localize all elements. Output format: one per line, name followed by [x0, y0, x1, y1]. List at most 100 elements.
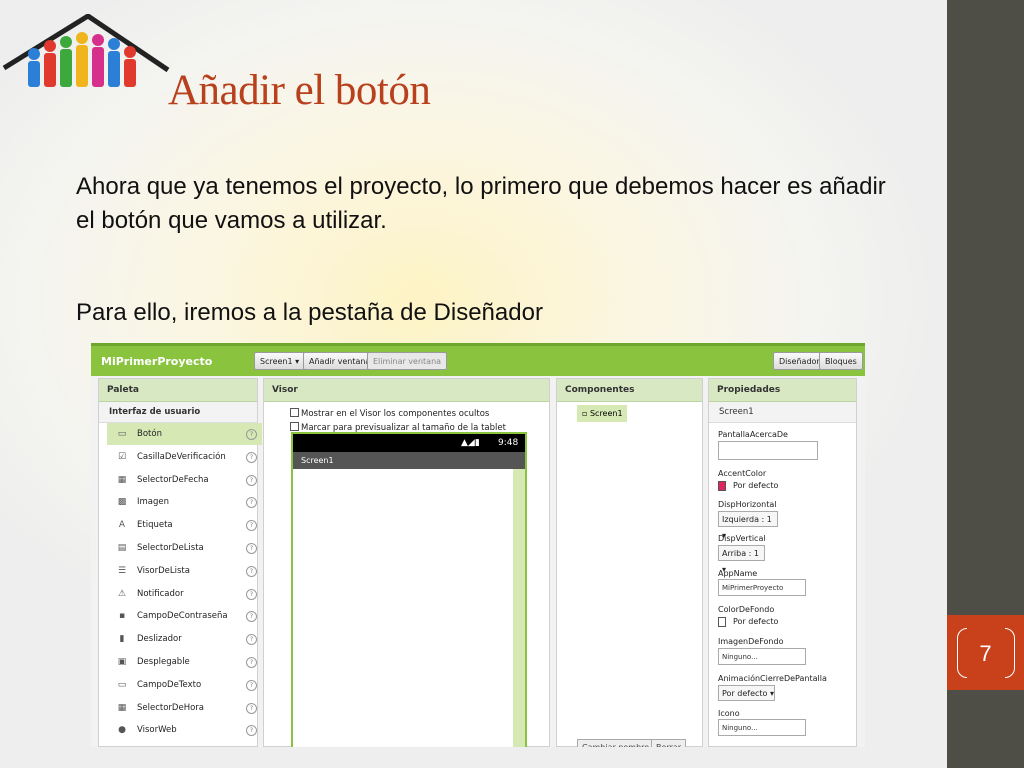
- bg-color-label: ColorDeFondo: [718, 605, 775, 614]
- slide-title: Añadir el botón: [168, 67, 431, 114]
- palette-item-label: Etiqueta: [137, 520, 173, 531]
- bg-image-label: ImagenDeFondo: [718, 637, 784, 646]
- palette-item[interactable]: ▩ Imagen?: [107, 491, 262, 513]
- calendar-icon: ▦: [117, 474, 127, 485]
- palette-item[interactable]: ▮ Deslizador?: [107, 628, 262, 650]
- palette-item[interactable]: ▪ CampoDeContraseña?: [107, 605, 262, 627]
- label-icon: A: [118, 520, 126, 531]
- icon-label: Icono: [718, 709, 740, 718]
- help-icon[interactable]: ?: [246, 634, 257, 646]
- palette-item[interactable]: ⚠ Notificador?: [107, 583, 262, 605]
- close-anim-dropdown[interactable]: Por defecto ▾: [718, 685, 775, 701]
- help-icon[interactable]: ?: [246, 588, 257, 600]
- help-icon[interactable]: ?: [246, 679, 257, 691]
- about-textarea[interactable]: [718, 441, 818, 460]
- appname-label: AppName: [718, 569, 758, 578]
- phone-title-bar: Screen1: [293, 452, 525, 469]
- blocks-button[interactable]: Bloques: [819, 352, 863, 370]
- help-icon[interactable]: ?: [246, 543, 257, 554]
- palette-item[interactable]: ☑ CasillaDeVerificación?: [107, 446, 262, 468]
- palette-section[interactable]: Interfaz de usuario: [99, 402, 257, 423]
- password-icon: ▪: [118, 611, 126, 622]
- palette-item-label: SelectorDeFecha: [137, 474, 209, 485]
- icon-input[interactable]: Ninguno...: [718, 719, 806, 736]
- properties-title: Propiedades: [709, 379, 856, 402]
- phone-status-bar: ▲◢▮ 9:48: [293, 434, 525, 452]
- help-icon[interactable]: ?: [246, 451, 257, 463]
- screen-select[interactable]: Screen1 ▾: [254, 352, 306, 370]
- palette-item-label: CampoDeContraseña: [137, 611, 228, 622]
- list-view-icon: ☰: [117, 565, 127, 576]
- palette-item[interactable]: ▤ SelectorDeLista?: [107, 537, 262, 559]
- palette-item[interactable]: ▭ Botón?: [107, 423, 262, 445]
- button-icon: ▭: [117, 429, 127, 439]
- halign-dropdown[interactable]: Izquierda : 1 ▾: [718, 511, 778, 540]
- phone-scrollbar: [513, 469, 525, 747]
- page-number: 7: [979, 641, 992, 666]
- bg-image-input[interactable]: Ninguno...: [718, 648, 806, 665]
- help-icon[interactable]: ?: [246, 611, 257, 623]
- instruction-paragraph: Para ello, iremos a la pestaña de Diseña…: [76, 299, 543, 326]
- image-icon: ▩: [117, 497, 127, 508]
- help-icon[interactable]: ?: [246, 565, 257, 577]
- list-picker-icon: ▤: [117, 543, 127, 553]
- remove-screen-button[interactable]: Eliminar ventana: [367, 352, 448, 370]
- help-icon[interactable]: ?: [246, 497, 257, 509]
- help-icon[interactable]: ?: [246, 702, 257, 714]
- palette-item-label: Desplegable: [137, 657, 190, 667]
- bg-color-value[interactable]: Por defecto: [733, 617, 778, 626]
- designer-toolbar: MiPrimerProyecto Screen1 ▾ Añadir ventan…: [91, 343, 865, 376]
- help-icon[interactable]: ?: [246, 520, 257, 532]
- components-title: Componentes: [557, 379, 702, 402]
- components-panel: Componentes ▫ Screen1 Cambiar nombre Bor…: [556, 378, 703, 747]
- appname-input[interactable]: MiPrimerProyecto: [718, 579, 806, 596]
- phone-time: 9:48: [498, 438, 519, 448]
- accent-color-swatch[interactable]: [718, 481, 726, 491]
- help-icon[interactable]: ?: [246, 657, 257, 668]
- palette-item-label: Botón: [137, 429, 162, 439]
- checkbox-icon: [290, 408, 299, 417]
- delete-button[interactable]: Borrar: [651, 739, 687, 747]
- palette-item[interactable]: ☰ VisorDeLista?: [107, 560, 262, 582]
- accent-color-value[interactable]: Por defecto: [733, 481, 778, 490]
- clock-icon: ▦: [117, 702, 127, 713]
- properties-screen: Screen1: [709, 402, 856, 423]
- wifi-signal-icon: ▲◢▮: [461, 438, 480, 448]
- palette-item[interactable]: ● VisorWeb?: [107, 719, 262, 741]
- accent-color-label: AccentColor: [718, 469, 767, 478]
- valign-label: DispVertical: [718, 534, 766, 543]
- show-hidden-checkbox[interactable]: Mostrar en el Visor los componentes ocul…: [290, 408, 489, 419]
- about-label: PantallaAcercaDe: [718, 430, 788, 439]
- palette-item[interactable]: A Etiqueta?: [107, 514, 262, 536]
- help-icon[interactable]: ?: [246, 429, 257, 440]
- project-name: MiPrimerProyecto: [101, 355, 213, 368]
- palette-item-label: CasillaDeVerificación: [137, 451, 226, 462]
- palette-item-label: VisorDeLista: [137, 565, 190, 576]
- textbox-icon: ▭: [117, 679, 127, 690]
- palette-item[interactable]: ▦ SelectorDeFecha?: [107, 469, 262, 491]
- designer-button[interactable]: Diseñador: [773, 352, 826, 370]
- checkbox-icon: [290, 422, 299, 431]
- phone-preview[interactable]: ▲◢▮ 9:48 Screen1: [291, 432, 527, 747]
- palette-item-label: CampoDeTexto: [137, 679, 202, 690]
- palette-item[interactable]: ▣ Desplegable?: [107, 651, 262, 673]
- people-under-roof-logo: [2, 14, 170, 87]
- valign-dropdown[interactable]: Arriba : 1 ▾: [718, 545, 765, 574]
- viewer-title: Visor: [264, 379, 549, 402]
- rename-button[interactable]: Cambiar nombre: [577, 739, 655, 747]
- palette-item-label: SelectorDeHora: [137, 702, 204, 713]
- halign-label: DispHorizontal: [718, 500, 777, 509]
- intro-paragraph: Ahora que ya tenemos el proyecto, lo pri…: [76, 173, 886, 234]
- close-anim-label: AnimaciónCierreDePantalla: [718, 674, 827, 683]
- palette-title: Paleta: [99, 379, 257, 402]
- add-screen-button[interactable]: Añadir ventana: [303, 352, 377, 370]
- help-icon[interactable]: ?: [246, 725, 257, 737]
- palette-item[interactable]: ▦ SelectorDeHora?: [107, 697, 262, 719]
- component-screen1[interactable]: ▫ Screen1: [577, 405, 627, 422]
- checkbox-icon: ☑: [117, 451, 127, 462]
- palette-item-label: SelectorDeLista: [137, 543, 204, 553]
- palette-panel: Paleta Interfaz de usuario ▭ Botón? ☑ Casil…: [98, 378, 262, 747]
- palette-item[interactable]: ▭ CampoDeTexto?: [107, 674, 262, 696]
- bg-color-swatch[interactable]: [718, 617, 726, 627]
- help-icon[interactable]: ?: [246, 474, 257, 486]
